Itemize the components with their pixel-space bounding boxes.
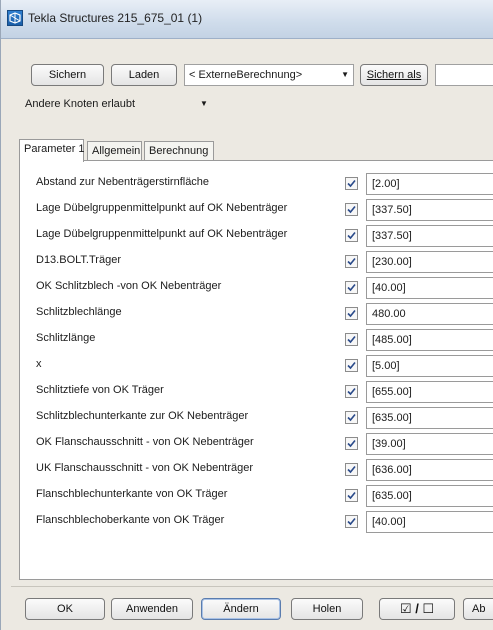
- parameter-row: Schlitzblechlänge 480.00: [20, 303, 493, 325]
- save-as-button[interactable]: Sichern als: [360, 64, 428, 86]
- parameter-value-field[interactable]: [2.00]: [366, 173, 493, 195]
- modify-button[interactable]: Ändern: [201, 598, 281, 620]
- toggle-all-checkboxes-button[interactable]: ☑ / ☐: [379, 598, 455, 620]
- parameter-checkbox[interactable]: [345, 281, 358, 294]
- parameter-value-field[interactable]: [485.00]: [366, 329, 493, 351]
- save-as-name-field[interactable]: [435, 64, 493, 86]
- connection-nodes-select[interactable]: Andere Knoten erlaubt ▼: [25, 94, 225, 114]
- parameter-row: Flanschblechoberkante von OK Träger [40.…: [20, 511, 493, 533]
- cancel-button[interactable]: Ab: [463, 598, 493, 620]
- parameter-value-field[interactable]: [40.00]: [366, 511, 493, 533]
- tekla-app-icon: [7, 10, 23, 26]
- parameter-label: x: [36, 358, 42, 370]
- parameter-value-field[interactable]: [5.00]: [366, 355, 493, 377]
- parameter-checkbox[interactable]: [345, 255, 358, 268]
- parameter-panel: Abstand zur Nebenträgerstirnfläche [2.00…: [19, 160, 493, 580]
- parameter-checkbox[interactable]: [345, 411, 358, 424]
- parameter-checkbox[interactable]: [345, 385, 358, 398]
- chevron-down-icon: ▼: [341, 70, 349, 79]
- parameter-value-field[interactable]: [655.00]: [366, 381, 493, 403]
- parameter-checkbox[interactable]: [345, 359, 358, 372]
- parameter-label: Lage Dübelgruppenmittelpunkt auf OK Nebe…: [36, 202, 288, 214]
- parameter-value-field[interactable]: [230.00]: [366, 251, 493, 273]
- window-title: Tekla Structures 215_675_01 (1): [28, 11, 203, 25]
- parameter-row: Lage Dübelgruppenmittelpunkt auf OK Nebe…: [20, 225, 493, 247]
- parameter-row: x [5.00]: [20, 355, 493, 377]
- parameter-row: Schlitztiefe von OK Träger [655.00]: [20, 381, 493, 403]
- parameter-label: UK Flanschausschnitt - von OK Nebenträge…: [36, 462, 254, 474]
- parameter-label: Schlitzblechlänge: [36, 306, 122, 318]
- parameter-label: Schlitzblechunterkante zur OK Nebenträge…: [36, 410, 249, 422]
- parameter-row: OK Schlitzblech -von OK Nebenträger [40.…: [20, 277, 493, 299]
- title-bar[interactable]: Tekla Structures 215_675_01 (1): [1, 0, 493, 39]
- parameter-label: D13.BOLT.Träger: [36, 254, 121, 266]
- divider: [11, 586, 493, 587]
- parameter-row: UK Flanschausschnitt - von OK Nebenträge…: [20, 459, 493, 481]
- parameter-checkbox[interactable]: [345, 463, 358, 476]
- parameter-row: Abstand zur Nebenträgerstirnfläche [2.00…: [20, 173, 493, 195]
- parameter-checkbox[interactable]: [345, 307, 358, 320]
- parameter-label: Lage Dübelgruppenmittelpunkt auf OK Nebe…: [36, 228, 288, 240]
- tab-berechnung[interactable]: Berechnung: [144, 141, 214, 161]
- parameter-checkbox[interactable]: [345, 489, 358, 502]
- parameter-label: Schlitzlänge: [36, 332, 96, 344]
- connection-nodes-value: Andere Knoten erlaubt: [25, 98, 136, 110]
- parameter-row: Lage Dübelgruppenmittelpunkt auf OK Nebe…: [20, 199, 493, 221]
- parameter-value-field[interactable]: [337.50]: [366, 225, 493, 247]
- preset-select[interactable]: < ExterneBerechnung> ▼: [184, 64, 354, 86]
- apply-button[interactable]: Anwenden: [111, 598, 193, 620]
- parameter-value-field[interactable]: [636.00]: [366, 459, 493, 481]
- parameter-checkbox[interactable]: [345, 515, 358, 528]
- tab-allgemein[interactable]: Allgemein: [87, 141, 142, 161]
- parameter-value-field[interactable]: 480.00: [366, 303, 493, 325]
- parameter-checkbox[interactable]: [345, 333, 358, 346]
- parameter-label: OK Schlitzblech -von OK Nebenträger: [36, 280, 222, 292]
- preset-select-value: < ExterneBerechnung>: [189, 69, 303, 81]
- parameter-row: Schlitzlänge [485.00]: [20, 329, 493, 351]
- parameter-row: Flanschblechunterkante von OK Träger [63…: [20, 485, 493, 507]
- get-button[interactable]: Holen: [291, 598, 363, 620]
- parameter-value-field[interactable]: [635.00]: [366, 485, 493, 507]
- parameter-checkbox[interactable]: [345, 177, 358, 190]
- parameter-checkbox[interactable]: [345, 203, 358, 216]
- parameter-value-field[interactable]: [40.00]: [366, 277, 493, 299]
- parameter-value-field[interactable]: [635.00]: [366, 407, 493, 429]
- parameter-label: Abstand zur Nebenträgerstirnfläche: [36, 176, 210, 188]
- parameter-checkbox[interactable]: [345, 437, 358, 450]
- parameter-row: D13.BOLT.Träger [230.00]: [20, 251, 493, 273]
- parameter-row: Schlitzblechunterkante zur OK Nebenträge…: [20, 407, 493, 429]
- parameter-checkbox[interactable]: [345, 229, 358, 242]
- load-button[interactable]: Laden: [111, 64, 177, 86]
- parameter-label: Flanschblechunterkante von OK Träger: [36, 488, 228, 500]
- parameter-label: Schlitztiefe von OK Träger: [36, 384, 164, 396]
- parameter-label: Flanschblechoberkante von OK Träger: [36, 514, 225, 526]
- dialog-window: Tekla Structures 215_675_01 (1) Sichern …: [0, 0, 493, 630]
- chevron-down-icon: ▼: [200, 99, 208, 108]
- parameter-value-field[interactable]: [337.50]: [366, 199, 493, 221]
- parameter-label: OK Flanschausschnitt - von OK Nebenträge…: [36, 436, 254, 448]
- tab-parameter-1[interactable]: Parameter 1: [19, 139, 85, 162]
- ok-button[interactable]: OK: [25, 598, 105, 620]
- save-button[interactable]: Sichern: [31, 64, 104, 86]
- parameter-value-field[interactable]: [39.00]: [366, 433, 493, 455]
- parameter-row: OK Flanschausschnitt - von OK Nebenträge…: [20, 433, 493, 455]
